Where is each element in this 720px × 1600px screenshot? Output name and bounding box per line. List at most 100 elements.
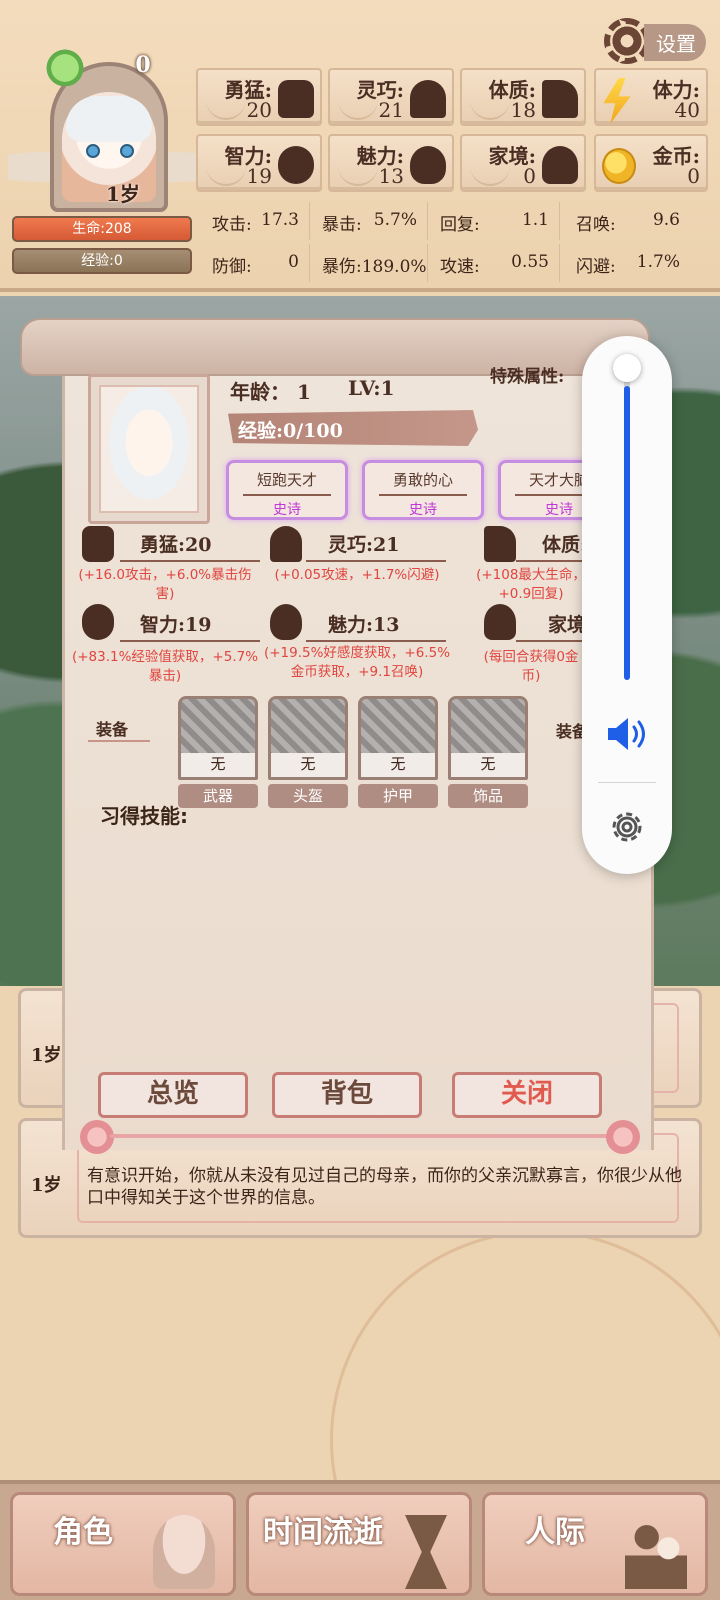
- summary-value: 0.55: [511, 252, 549, 272]
- swirl-decoration: [206, 166, 246, 186]
- attribute-description: (+0.05攻速，+1.7%闪避): [274, 567, 440, 583]
- stat-value: 13: [378, 164, 404, 188]
- stat-value: 0: [523, 164, 536, 188]
- summary-regen: 回复: 1.1: [432, 202, 560, 240]
- trait-rarity: 史诗: [273, 502, 301, 518]
- summary-value: 5.7%: [373, 210, 417, 230]
- summary-defense: 防御: 0: [204, 244, 310, 282]
- trait-card[interactable]: 勇敢的心 史诗: [362, 460, 484, 520]
- equipment-slot-label: 头盔: [268, 784, 348, 808]
- decorative-line: [110, 1134, 610, 1138]
- attribute-underline: [306, 640, 446, 642]
- cloak-icon: [410, 80, 446, 118]
- swirl-decoration: [338, 100, 378, 120]
- swirl-decoration: [206, 100, 246, 120]
- summary-value: 9.6: [652, 210, 680, 230]
- attribute-description: (+19.5%好感度获取，+6.5%金币获取，+9.1召唤): [263, 645, 451, 680]
- nav-role-button[interactable]: 角色: [10, 1492, 236, 1596]
- stat-card-charm[interactable]: 魅力: 13: [328, 134, 454, 192]
- log-entry-text: 有意识开始，你就从未没有见过自己的母亲，而你的父亲沉默寡言，你很少从他口中得知关…: [87, 1166, 682, 1208]
- volume-fill: [624, 385, 630, 680]
- nav-social-button[interactable]: 人际: [482, 1492, 708, 1596]
- people-icon: [625, 1515, 687, 1589]
- hand-icon: [484, 604, 516, 640]
- summary-value: 1.7%: [636, 252, 680, 272]
- equipment-slot-helmet[interactable]: 无: [268, 696, 348, 780]
- coin-icon: [602, 148, 636, 184]
- swirl-decoration: [338, 166, 378, 186]
- flower-icon: [410, 146, 446, 184]
- equipment-slot-armor[interactable]: 无: [358, 696, 438, 780]
- settings-gear-icon[interactable]: [606, 806, 648, 848]
- summary-key: 召唤:: [576, 215, 616, 235]
- summary-key: 暴伤:189.0%: [322, 257, 427, 277]
- trait-divider: [243, 494, 331, 496]
- character-level: LV:1: [348, 376, 395, 400]
- equipment-slot-label: 武器: [178, 784, 258, 808]
- summary-crit-damage: 暴伤:189.0%: [314, 244, 428, 282]
- equipment-slot-label: 饰品: [448, 784, 528, 808]
- stat-card-agility[interactable]: 灵巧: 21: [328, 68, 454, 126]
- avatar-hair: [66, 96, 152, 142]
- equipment-item: 无: [271, 753, 345, 777]
- hp-bar: 生命:208: [12, 216, 192, 242]
- attribute-underline: [306, 560, 446, 562]
- equipment-arrow-decoration: [88, 740, 150, 742]
- summary-key: 攻击:: [212, 215, 252, 235]
- equipment-item: 无: [361, 753, 435, 777]
- attribute-description: (每回合获得0金币): [483, 649, 579, 684]
- scroll-bottom-decoration: [80, 1108, 640, 1156]
- equipment-item: 无: [181, 753, 255, 777]
- swirl-decoration: [470, 100, 510, 120]
- equipment-slot-accessory[interactable]: 无: [448, 696, 528, 780]
- stat-value: 20: [246, 98, 272, 122]
- stat-card-family[interactable]: 家境: 0: [460, 134, 586, 192]
- sprout-icon: [44, 46, 86, 86]
- stat-card-gold[interactable]: 金币: 0: [594, 134, 708, 192]
- summary-key: 闪避:: [576, 257, 616, 277]
- speaker-icon[interactable]: [604, 714, 652, 754]
- character-age: 年龄： 1: [230, 380, 311, 404]
- settings-button[interactable]: 设置: [604, 18, 712, 64]
- equipment-slot-weapon[interactable]: 无: [178, 696, 258, 780]
- arm-icon: [484, 526, 516, 562]
- stat-card-intelligence[interactable]: 智力: 19: [196, 134, 322, 192]
- attribute-underline: [516, 560, 586, 562]
- equipment-slot-label: 护甲: [358, 784, 438, 808]
- stat-card-constitution[interactable]: 体质: 18: [460, 68, 586, 126]
- summary-summon: 召唤: 9.6: [568, 202, 690, 240]
- avatar-level: 0: [135, 52, 151, 78]
- stat-value: 40: [674, 98, 700, 122]
- log-entry-age: 1岁: [31, 1045, 62, 1066]
- stat-value: 0: [687, 164, 700, 188]
- flower-ornament-icon: [80, 1120, 114, 1154]
- learned-skills-title: 习得技能:: [100, 804, 188, 828]
- volume-slider-thumb[interactable]: [613, 354, 641, 382]
- volume-slider[interactable]: [624, 370, 630, 680]
- stat-card-courage[interactable]: 勇猛: 20: [196, 68, 322, 126]
- avatar-age: 1岁: [106, 182, 140, 206]
- player-avatar[interactable]: 0 1岁: [8, 46, 208, 212]
- character-portrait: [88, 374, 210, 524]
- stat-card-stamina[interactable]: 体力: 40: [594, 68, 708, 126]
- summary-key: 暴击:: [322, 215, 362, 235]
- lightning-icon: [603, 78, 631, 124]
- nav-role-label: 角色: [53, 1515, 113, 1550]
- summary-crit: 暴击: 5.7%: [314, 202, 428, 240]
- stats-header: 0 1岁 生命:208 经验:0 勇猛: 20 灵巧: 21 体质: 18 体力…: [0, 0, 720, 292]
- stat-value: 21: [378, 98, 404, 122]
- log-entry-age: 1岁: [31, 1175, 62, 1196]
- summary-value: 1.1: [521, 210, 549, 230]
- stat-value: 19: [246, 164, 272, 188]
- trait-rarity: 史诗: [409, 502, 437, 518]
- nav-time-button[interactable]: 时间流逝: [246, 1492, 472, 1596]
- hourglass-icon: [405, 1515, 447, 1589]
- attribute-description: (+108最大生命，+0.9回复): [476, 567, 586, 602]
- trait-card[interactable]: 短跑天才 史诗: [226, 460, 348, 520]
- fist-icon: [82, 526, 114, 562]
- trait-name: 勇敢的心: [392, 471, 453, 489]
- brain-icon: [278, 146, 314, 184]
- brain-icon: [82, 604, 114, 640]
- stat-value: 18: [510, 98, 536, 122]
- summary-key: 回复:: [440, 215, 480, 235]
